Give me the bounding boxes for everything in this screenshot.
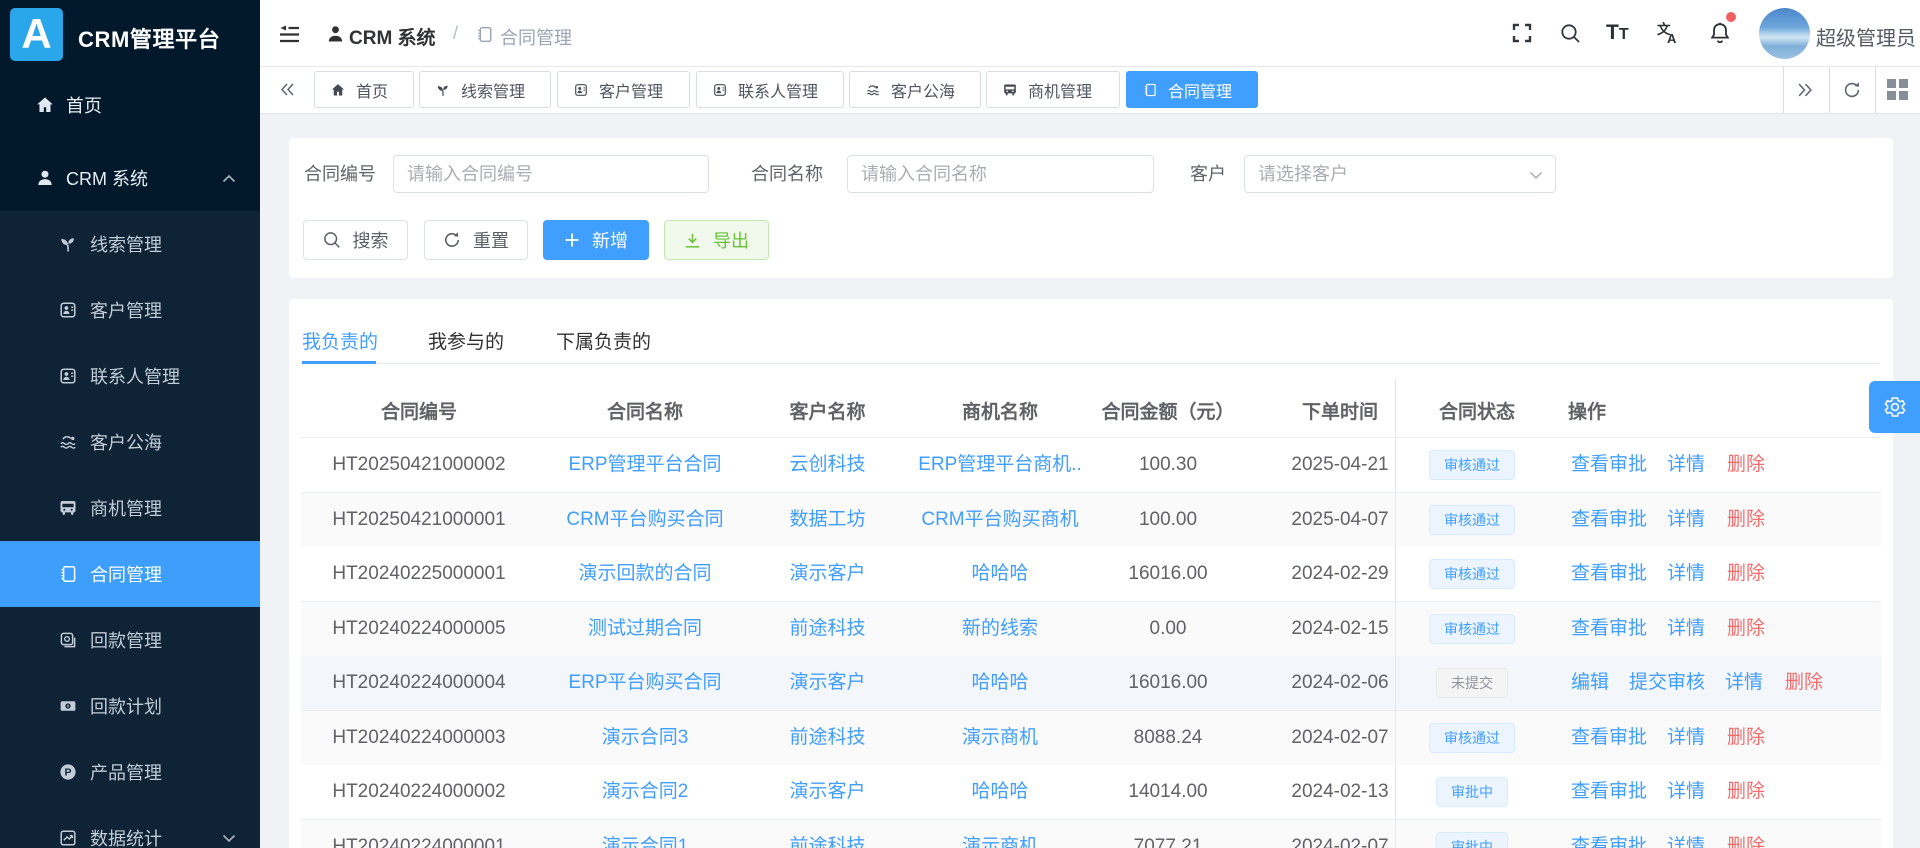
svg-text:P: P <box>64 767 71 779</box>
svg-text:A: A <box>1667 31 1677 45</box>
